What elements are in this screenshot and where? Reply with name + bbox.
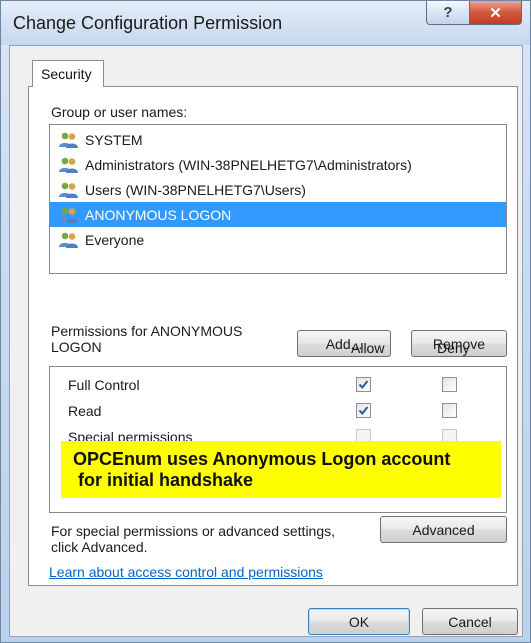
close-icon: ✕ <box>489 4 502 22</box>
allow-checkbox[interactable] <box>356 403 371 418</box>
tab-security[interactable]: Security <box>32 60 104 87</box>
close-button[interactable]: ✕ <box>470 1 522 25</box>
help-icon: ? <box>443 4 453 21</box>
group-list-label: Group or user names: <box>51 104 188 120</box>
annotation-callout: OPCEnum uses Anonymous Logon account for… <box>61 441 501 498</box>
checkmark-icon <box>358 379 369 390</box>
group-user-listbox[interactable]: SYSTEM Administrators (WIN-38PNELHETG7\Ad… <box>49 124 507 274</box>
users-group-icon <box>58 231 80 249</box>
dialog-window: Change Configuration Permission ? ✕ Secu… <box>0 0 531 643</box>
list-item-label: ANONYMOUS LOGON <box>85 206 232 223</box>
allow-column-header: Allow <box>351 340 385 356</box>
advanced-button[interactable]: Advanced <box>380 516 507 543</box>
list-item[interactable]: Everyone <box>50 227 506 252</box>
users-group-icon <box>58 181 80 199</box>
permissions-label-line1: Permissions for ANONYMOUS <box>51 323 243 339</box>
security-tab-panel: Group or user names: SYSTEM Administrator… <box>28 86 518 586</box>
list-item[interactable]: Users (WIN-38PNELHETG7\Users) <box>50 177 506 202</box>
allow-checkbox[interactable] <box>356 377 371 392</box>
deny-checkbox[interactable] <box>442 403 457 418</box>
list-item-label: SYSTEM <box>85 131 143 148</box>
permission-name: Full Control <box>68 377 140 393</box>
title-bar[interactable]: Change Configuration Permission ? ✕ <box>1 1 530 45</box>
list-item[interactable]: Administrators (WIN-38PNELHETG7\Administ… <box>50 152 506 177</box>
checkmark-icon <box>358 405 369 416</box>
permission-row: Full Control <box>50 373 506 398</box>
cancel-button[interactable]: Cancel <box>422 608 518 635</box>
deny-column-header: Deny <box>437 340 470 356</box>
list-item[interactable]: ANONYMOUS LOGON <box>50 202 506 227</box>
permission-row: Read <box>50 399 506 424</box>
users-group-icon <box>58 131 80 149</box>
deny-checkbox[interactable] <box>442 377 457 392</box>
list-item-label: Everyone <box>85 231 145 248</box>
title-bar-buttons: ? ✕ <box>426 1 522 25</box>
annotation-line1: OPCEnum uses Anonymous Logon account <box>73 449 451 469</box>
advanced-hint-line2: click Advanced. <box>51 539 148 555</box>
access-control-help-link[interactable]: Learn about access control and permissio… <box>49 564 323 580</box>
help-button[interactable]: ? <box>426 1 470 25</box>
window-title: Change Configuration Permission <box>13 13 283 33</box>
permissions-label-line2: LOGON <box>51 339 102 355</box>
permission-name: Read <box>68 403 102 419</box>
advanced-hint-line1: For special permissions or advanced sett… <box>51 523 336 539</box>
annotation-line2: for initial handshake <box>73 470 254 490</box>
tab-security-label: Security <box>41 66 92 82</box>
list-item[interactable]: SYSTEM <box>50 127 506 152</box>
users-group-icon <box>58 156 80 174</box>
ok-button[interactable]: OK <box>308 608 410 635</box>
list-item-label: Users (WIN-38PNELHETG7\Users) <box>85 181 306 198</box>
list-item-label: Administrators (WIN-38PNELHETG7\Administ… <box>85 156 412 173</box>
users-group-icon <box>58 206 80 224</box>
dialog-client-area: Security Group or user names: SYSTEM Admi… <box>9 45 523 637</box>
